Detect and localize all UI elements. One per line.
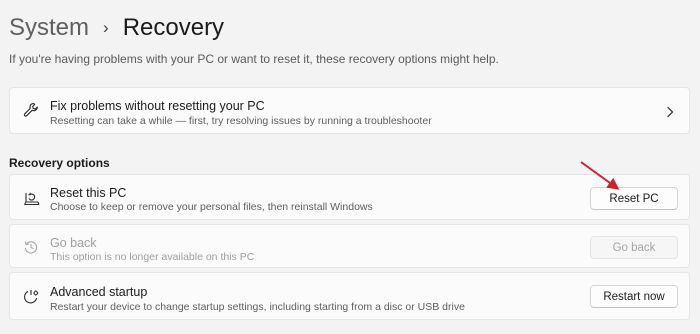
reset-this-pc-title: Reset this PC: [50, 186, 127, 200]
advanced-startup-icon: [22, 288, 40, 306]
go-back-button[interactable]: Go back: [590, 236, 678, 259]
advanced-startup-title: Advanced startup: [50, 285, 148, 299]
fix-problems-title: Fix problems without resetting your PC: [50, 99, 265, 113]
breadcrumb-system-link[interactable]: System: [9, 12, 89, 44]
go-back-card: Go back This option is no longer availab…: [9, 224, 690, 268]
advanced-startup-description: Restart your device to change startup se…: [50, 301, 465, 313]
restart-now-button[interactable]: Restart now: [590, 285, 678, 308]
section-heading: Recovery options: [9, 156, 110, 170]
go-back-title: Go back: [50, 236, 97, 250]
chevron-right-icon[interactable]: [665, 105, 675, 118]
history-icon: [22, 238, 40, 256]
reset-pc-icon: [22, 189, 40, 207]
reset-this-pc-description: Choose to keep or remove your personal f…: [50, 201, 373, 213]
annotation-arrow-icon: [580, 161, 620, 190]
page-description: If you're having problems with your PC o…: [9, 52, 499, 66]
fix-problems-card[interactable]: Fix problems without resetting your PC R…: [9, 87, 690, 134]
fix-problems-description: Resetting can take a while — first, try …: [50, 115, 432, 127]
wrench-icon: [22, 101, 40, 119]
go-back-description: This option is no longer available on th…: [50, 251, 255, 263]
page-title: Recovery: [122, 14, 225, 41]
advanced-startup-card: Advanced startup Restart your device to …: [9, 272, 690, 320]
breadcrumb: System › Recovery: [9, 12, 224, 44]
breadcrumb-separator: ›: [103, 18, 109, 37]
